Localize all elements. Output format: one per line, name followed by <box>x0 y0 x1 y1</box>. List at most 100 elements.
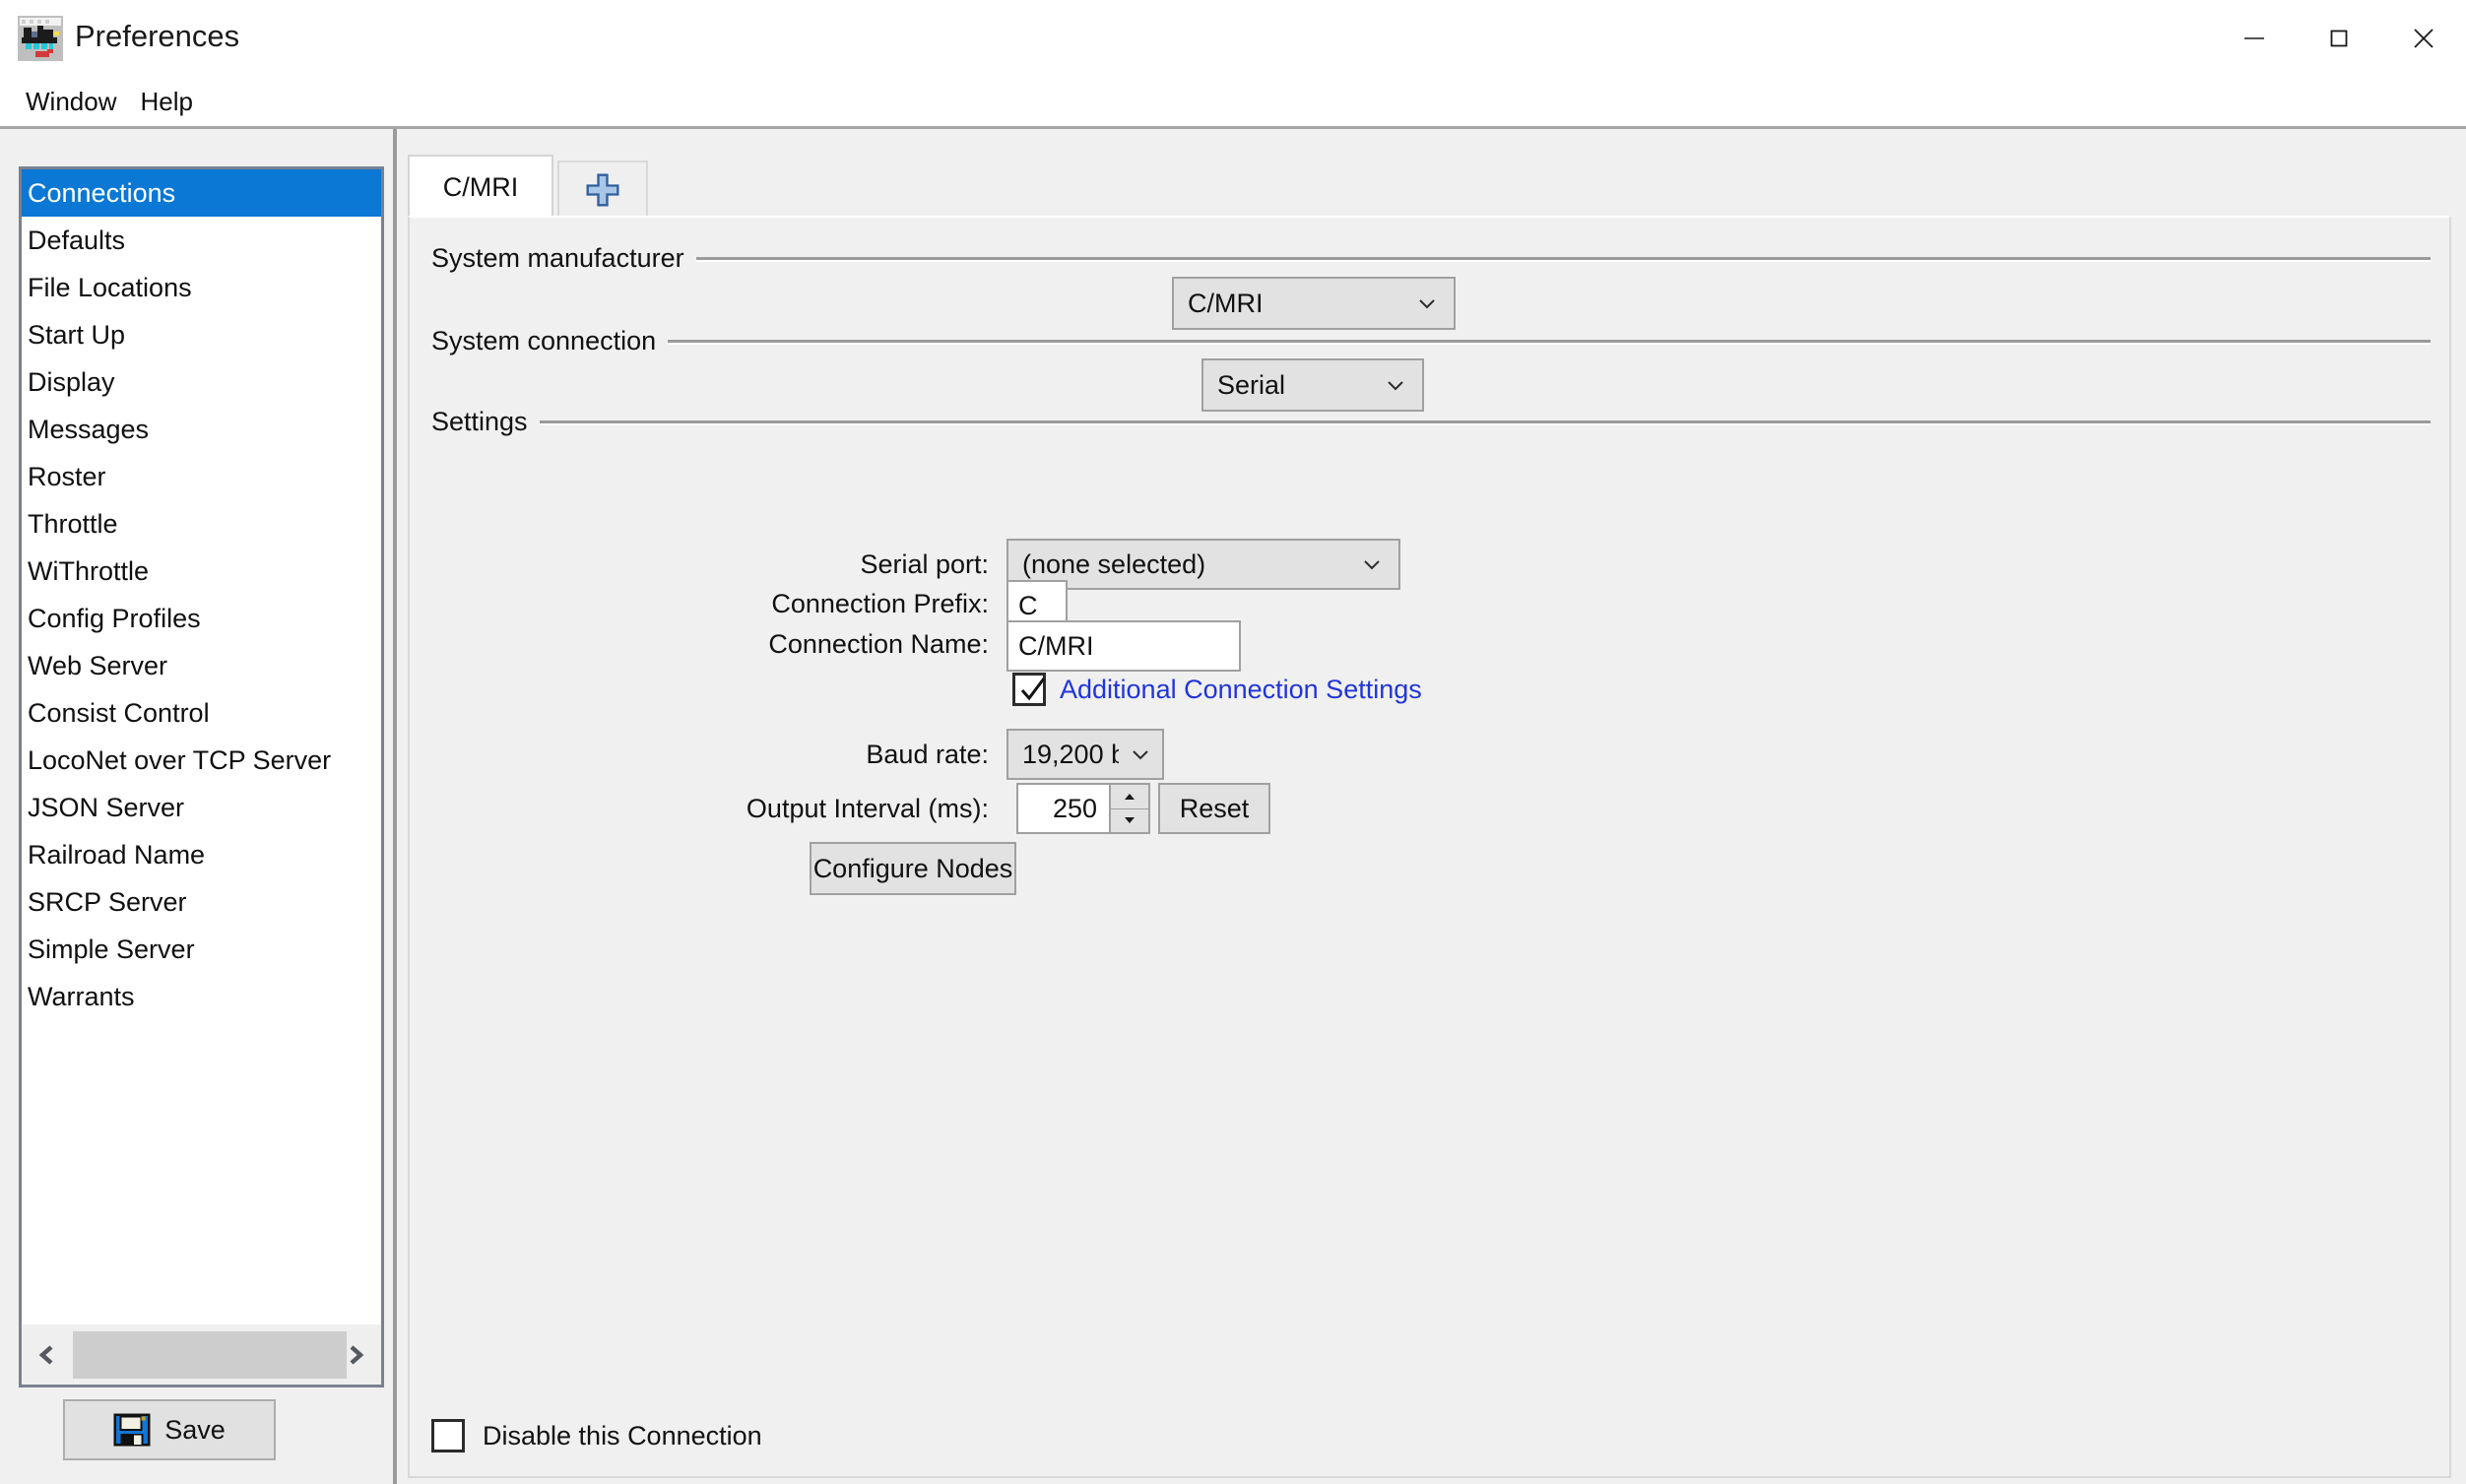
sidebar-item-config-profiles[interactable]: Config Profiles <box>22 595 381 642</box>
connection-name-input[interactable]: C/MRI <box>1006 620 1241 672</box>
sidebar-item-throttle[interactable]: Throttle <box>22 500 381 548</box>
serial-port-label: Serial port: <box>860 549 989 579</box>
sidebar-item-loconet-over-tcp-server[interactable]: LocoNet over TCP Server <box>22 737 381 784</box>
sidebar-item-label: Web Server <box>28 651 168 680</box>
chevron-down-icon <box>1400 290 1454 317</box>
menu-item-window[interactable]: Window <box>14 82 128 121</box>
preferences-category-list: Connections Defaults File Locations Start U… <box>19 166 384 1387</box>
connection-name-value: C/MRI <box>1018 630 1094 661</box>
section-rule <box>695 257 2431 260</box>
sidebar-item-label: Display <box>28 367 115 397</box>
minimize-icon <box>2244 37 2264 39</box>
sidebar-item-start-up[interactable]: Start Up <box>22 311 381 358</box>
sidebar-item-consist-control[interactable]: Consist Control <box>22 689 381 737</box>
add-connection-tab-button[interactable] <box>557 161 648 218</box>
configure-nodes-button[interactable]: Configure Nodes <box>810 842 1016 895</box>
sidebar-item-railroad-name[interactable]: Railroad Name <box>22 831 381 878</box>
menu-bar: Window Help <box>0 77 2466 126</box>
sidebar-item-json-server[interactable]: JSON Server <box>22 784 381 831</box>
disable-connection-checkbox[interactable] <box>431 1419 465 1452</box>
sidebar-item-file-locations[interactable]: File Locations <box>22 264 381 311</box>
sidebar-item-display[interactable]: Display <box>22 358 381 406</box>
sidebar-item-label: JSON Server <box>28 793 185 822</box>
sidebar-item-label: Messages <box>28 415 150 444</box>
save-button[interactable]: Save <box>63 1399 276 1460</box>
sidebar-item-srcp-server[interactable]: SRCP Server <box>22 878 381 926</box>
additional-connection-settings-row[interactable]: Additional Connection Settings <box>1012 673 1422 706</box>
sidebar-item-roster[interactable]: Roster <box>22 453 381 500</box>
panel-splitter[interactable] <box>393 129 397 1484</box>
configure-nodes-button-label: Configure Nodes <box>812 853 1013 883</box>
output-interval-spinner[interactable]: 250 <box>1016 783 1150 834</box>
sidebar-item-label: Config Profiles <box>28 604 201 633</box>
output-interval-label: Output Interval (ms): <box>746 794 989 823</box>
floppy-disk-icon <box>113 1413 151 1447</box>
tab-cmri[interactable]: C/MRI <box>408 155 553 218</box>
sidebar-item-defaults[interactable]: Defaults <box>22 217 381 264</box>
reset-button-label: Reset <box>1179 793 1250 823</box>
sidebar-item-label: SRCP Server <box>28 887 187 917</box>
additional-connection-settings-label[interactable]: Additional Connection Settings <box>1060 675 1422 705</box>
system-manufacturer-label: System manufacturer <box>431 243 684 273</box>
locomotive-icon <box>18 16 63 61</box>
window-controls <box>2212 0 2466 77</box>
maximize-icon <box>2330 30 2348 47</box>
system-connection-value: Serial <box>1217 369 1286 400</box>
spinner-decrement-button[interactable] <box>1111 808 1148 832</box>
menu-item-help[interactable]: Help <box>128 82 204 121</box>
system-connection-label: System connection <box>431 326 657 355</box>
section-rule <box>539 420 2431 423</box>
settings-section-header: Settings <box>431 407 2431 437</box>
sidebar-item-warrants[interactable]: Warrants <box>22 973 381 1020</box>
sidebar-item-web-server[interactable]: Web Server <box>22 642 381 689</box>
scroll-left-button[interactable] <box>22 1324 73 1385</box>
main-body: Connections Defaults File Locations Start U… <box>0 129 2466 1484</box>
connection-prefix-label: Connection Prefix: <box>771 589 989 618</box>
sidebar-item-withrottle[interactable]: WiThrottle <box>22 548 381 595</box>
serial-port-value: (none selected) <box>1022 548 1206 579</box>
window-title: Preferences <box>75 19 240 53</box>
maximize-button[interactable] <box>2297 0 2381 77</box>
reset-button[interactable]: Reset <box>1158 783 1270 834</box>
baud-rate-combo[interactable]: 19,200 bps <box>1006 729 1164 780</box>
chevron-down-icon <box>1369 371 1422 399</box>
chevron-down-icon <box>1119 741 1162 768</box>
content-area: C/MRI System manufacturer C/MRI System c… <box>408 155 2451 1478</box>
tab-cmri-label: C/MRI <box>442 171 519 202</box>
sidebar-horizontal-scrollbar[interactable] <box>22 1324 381 1385</box>
plus-icon <box>586 173 619 207</box>
sidebar-item-label: Simple Server <box>28 935 195 964</box>
sidebar-item-label: Start Up <box>28 320 126 350</box>
title-bar: Preferences <box>0 0 2466 77</box>
sidebar-item-label: File Locations <box>28 273 192 302</box>
sidebar-item-messages[interactable]: Messages <box>22 406 381 453</box>
disable-connection-row[interactable]: Disable this Connection <box>431 1419 762 1452</box>
close-button[interactable] <box>2381 0 2466 77</box>
spinner-increment-button[interactable] <box>1111 785 1148 809</box>
triangle-down-icon <box>1125 817 1135 824</box>
system-manufacturer-combo[interactable]: C/MRI <box>1172 277 1456 330</box>
chevron-left-icon <box>38 1345 53 1365</box>
sidebar-item-label: Roster <box>28 462 106 491</box>
minimize-button[interactable] <box>2212 0 2297 77</box>
sidebar-item-label: Warrants <box>28 982 135 1011</box>
system-connection-combo[interactable]: Serial <box>1201 358 1424 412</box>
baud-rate-value: 19,200 bps <box>1022 739 1119 769</box>
sidebar-item-connections[interactable]: Connections <box>22 169 381 217</box>
triangle-up-icon <box>1125 793 1135 800</box>
sidebar-item-label: Consist Control <box>28 698 210 728</box>
scroll-thumb[interactable] <box>73 1331 347 1379</box>
settings-label: Settings <box>431 407 528 436</box>
chevron-down-icon <box>1345 550 1398 578</box>
additional-connection-settings-checkbox[interactable] <box>1012 673 1046 706</box>
connection-settings-panel: System manufacturer C/MRI System connect… <box>408 216 2451 1478</box>
scroll-track[interactable] <box>73 1331 347 1379</box>
connection-name-label: Connection Name: <box>768 629 989 659</box>
output-interval-value: 250 <box>1052 793 1097 823</box>
save-button-label: Save <box>164 1414 226 1445</box>
connection-tabstrip: C/MRI <box>408 155 2451 218</box>
sidebar-item-simple-server[interactable]: Simple Server <box>22 926 381 973</box>
connection-prefix-value: C <box>1018 590 1038 620</box>
spinner-buttons[interactable] <box>1109 785 1148 832</box>
section-rule <box>668 340 2431 343</box>
